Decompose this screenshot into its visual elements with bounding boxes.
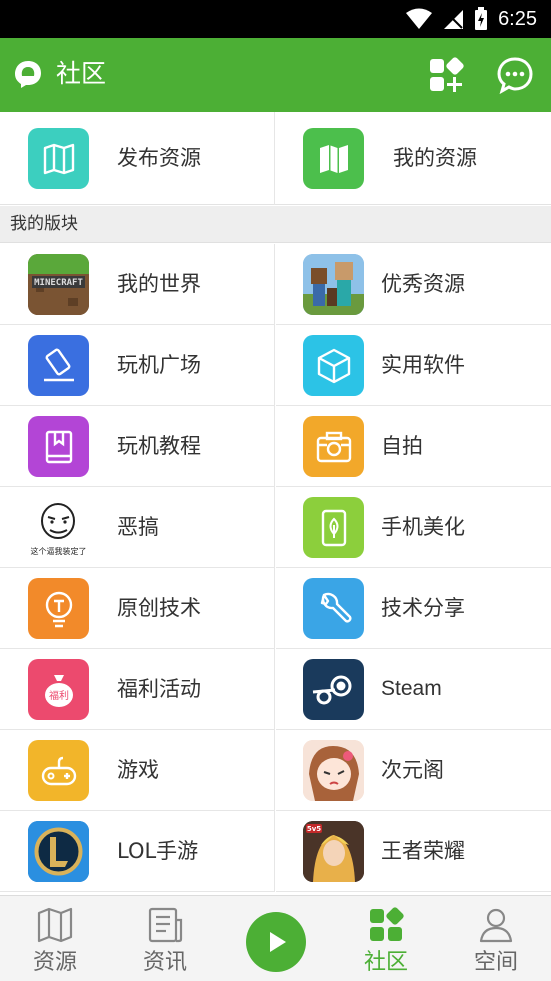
gift-bag-icon: 福利 bbox=[28, 659, 89, 720]
my-resources-button[interactable]: 我的资源 bbox=[276, 112, 551, 205]
no-signal-icon bbox=[443, 9, 464, 29]
camera-icon bbox=[303, 416, 364, 477]
board-selfie[interactable]: 自拍 bbox=[276, 406, 551, 487]
messages-button[interactable] bbox=[496, 56, 534, 94]
map-icon bbox=[303, 128, 364, 189]
battery-charging-icon bbox=[475, 7, 488, 30]
add-board-button[interactable] bbox=[427, 56, 465, 94]
board-label: 玩机教程 bbox=[117, 434, 201, 458]
map-icon bbox=[37, 907, 73, 943]
board-excellent-resources[interactable]: 优秀资源 bbox=[276, 244, 551, 325]
chat-icon bbox=[497, 57, 533, 94]
board-lol-mobile[interactable]: LOL手游 bbox=[0, 811, 275, 892]
board-useful-software[interactable]: 实用软件 bbox=[276, 325, 551, 406]
grid-icon bbox=[370, 907, 404, 941]
news-icon bbox=[148, 907, 183, 943]
play-button[interactable] bbox=[246, 912, 306, 972]
app-bar: 社区 bbox=[0, 38, 551, 112]
board-label: 福利活动 bbox=[117, 677, 201, 701]
board-label: 自拍 bbox=[381, 434, 423, 458]
board-games[interactable]: 游戏 bbox=[0, 730, 275, 811]
board-label: 游戏 bbox=[117, 758, 159, 782]
board-spoof[interactable]: 这个逼我装定了 恶搞 bbox=[0, 487, 275, 568]
board-phone-tutorial[interactable]: 玩机教程 bbox=[0, 406, 275, 487]
board-label: 我的世界 bbox=[117, 272, 201, 296]
publish-resource-button[interactable]: 发布资源 bbox=[0, 112, 275, 205]
lol-icon bbox=[28, 821, 89, 882]
board-label: 次元阁 bbox=[381, 758, 444, 782]
board-label: LOL手游 bbox=[117, 839, 199, 863]
phone-leaf-icon bbox=[303, 497, 364, 558]
eraser-icon bbox=[28, 335, 89, 396]
board-label: 技术分享 bbox=[381, 596, 465, 620]
section-header: 我的版块 bbox=[0, 206, 551, 243]
steam-icon bbox=[303, 659, 364, 720]
board-tech-sharing[interactable]: 技术分享 bbox=[276, 568, 551, 649]
nav-label: 资讯 bbox=[142, 950, 187, 975]
nav-resources[interactable]: 资源 bbox=[0, 896, 110, 981]
meme-face-icon: 这个逼我装定了 bbox=[28, 497, 89, 558]
lightbulb-icon bbox=[28, 578, 89, 639]
board-label: 王者荣耀 bbox=[381, 839, 465, 863]
publish-resource-label: 发布资源 bbox=[117, 146, 201, 170]
quick-actions: 发布资源 我的资源 bbox=[0, 112, 551, 205]
anime-girl-icon bbox=[303, 740, 364, 801]
board-label: 手机美化 bbox=[381, 515, 465, 539]
board-label: 恶搞 bbox=[117, 515, 159, 539]
meme-caption: 这个逼我装定了 bbox=[31, 546, 87, 556]
status-bar: 6:25 bbox=[0, 0, 551, 38]
page-title: 社区 bbox=[56, 59, 107, 88]
honor-badge: 5v5 bbox=[307, 825, 321, 833]
board-label: 原创技术 bbox=[117, 596, 201, 620]
board-label: 玩机广场 bbox=[117, 353, 201, 377]
user-icon bbox=[479, 908, 513, 943]
nav-label: 空间 bbox=[473, 950, 518, 975]
welfare-badge: 福利 bbox=[49, 689, 69, 702]
status-time: 6:25 bbox=[498, 7, 537, 30]
board-original-tech[interactable]: 原创技术 bbox=[0, 568, 275, 649]
board-anime[interactable]: 次元阁 bbox=[276, 730, 551, 811]
play-icon bbox=[270, 932, 286, 952]
nav-community[interactable]: 社区 bbox=[331, 896, 441, 981]
nav-news[interactable]: 资讯 bbox=[110, 896, 220, 981]
wifi-icon bbox=[406, 8, 433, 29]
map-icon bbox=[28, 128, 89, 189]
honor-of-kings-icon: 5v5 bbox=[303, 821, 364, 882]
minecraft-icon: MINECRAFT bbox=[28, 254, 89, 315]
grid-add-icon bbox=[430, 57, 464, 92]
board-label: 实用软件 bbox=[381, 353, 465, 377]
my-resources-label: 我的资源 bbox=[393, 146, 477, 170]
board-phone-square[interactable]: 玩机广场 bbox=[0, 325, 275, 406]
board-welfare[interactable]: 福利 福利活动 bbox=[0, 649, 275, 730]
community-logo-icon bbox=[15, 61, 41, 88]
minecraft-characters-icon bbox=[303, 254, 364, 315]
board-minecraft[interactable]: MINECRAFT 我的世界 bbox=[0, 244, 275, 325]
nav-space[interactable]: 空间 bbox=[441, 896, 551, 981]
cube-icon bbox=[303, 335, 364, 396]
book-icon bbox=[28, 416, 89, 477]
board-steam[interactable]: Steam bbox=[276, 649, 551, 730]
board-phone-beautify[interactable]: 手机美化 bbox=[276, 487, 551, 568]
svg-text:MINECRAFT: MINECRAFT bbox=[34, 278, 83, 288]
board-honor-of-kings[interactable]: 5v5 王者荣耀 bbox=[276, 811, 551, 892]
board-label: 优秀资源 bbox=[381, 272, 465, 296]
nav-label: 社区 bbox=[363, 950, 408, 975]
board-label: Steam bbox=[381, 677, 442, 700]
nav-label: 资源 bbox=[32, 950, 77, 975]
gamepad-icon bbox=[28, 740, 89, 801]
wrench-icon bbox=[303, 578, 364, 639]
